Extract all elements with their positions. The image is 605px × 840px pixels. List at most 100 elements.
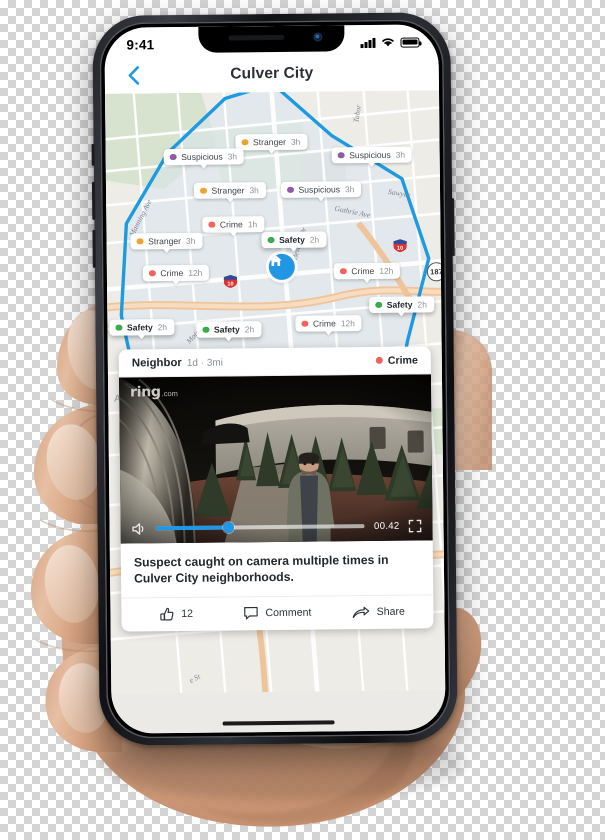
- ring-wordmark: ring: [130, 384, 161, 401]
- map-pin-label: Suspicious: [349, 149, 391, 161]
- feed-card[interactable]: Neighbor 1d · 3mi Crime ring .com 00.42 …: [118, 346, 434, 632]
- map-pin-label: Safety: [386, 299, 413, 310]
- map-pin-label: Safety: [213, 324, 240, 335]
- share-icon: [352, 606, 370, 619]
- category-dot-icon: [169, 153, 177, 161]
- status-badge: Crime: [375, 354, 418, 367]
- map-pin-crime[interactable]: Crime 12h: [295, 315, 362, 332]
- map-pin-suspicious[interactable]: Suspicious 3h: [280, 181, 362, 198]
- map-pin-time: 2h: [157, 322, 168, 333]
- comment-label: Comment: [265, 607, 312, 620]
- map-pin-label: Safety: [278, 234, 305, 245]
- category-dot-icon: [208, 221, 215, 228]
- battery-icon: [400, 36, 420, 48]
- map-pin-label: Suspicious: [181, 151, 223, 162]
- video-progress-knob[interactable]: [223, 521, 235, 534]
- feed-card-actions: 12 Comment Share: [121, 594, 434, 632]
- map-pin-label: Crime: [219, 219, 243, 230]
- volume-up-button[interactable]: [91, 181, 96, 220]
- map-pin-stranger[interactable]: Stranger 3h: [130, 232, 203, 250]
- fullscreen-icon[interactable]: [408, 519, 422, 532]
- map-pin-suspicious[interactable]: Suspicious 3h: [163, 148, 245, 166]
- category-dot-icon: [136, 238, 144, 245]
- map-pin-time: 3h: [185, 235, 196, 246]
- like-count: 12: [181, 608, 194, 621]
- map-pin-label: Stranger: [147, 235, 182, 247]
- map-pin-time: 2h: [244, 324, 255, 335]
- map-pin-time: 2h: [309, 234, 320, 245]
- screenshot-stage: 9:41 Culver City Manning Ave Motor Guthr…: [0, 0, 605, 840]
- map-pin-stranger[interactable]: Stranger 3h: [193, 182, 266, 199]
- silent-switch[interactable]: [91, 143, 95, 166]
- video-player[interactable]: ring .com 00.42: [118, 374, 433, 544]
- map-pin-time: 12h: [340, 318, 355, 329]
- map-pin-time: 3h: [290, 136, 301, 147]
- map-pin-label: Crime: [160, 267, 184, 279]
- map-pin-safety[interactable]: Safety 2h: [261, 231, 327, 249]
- phone-screen: 9:41 Culver City Manning Ave Motor Guthr…: [104, 24, 446, 734]
- earpiece-speaker: [228, 34, 285, 41]
- phone-device: 9:41 Culver City Manning Ave Motor Guthr…: [91, 12, 458, 746]
- map-pin-crime[interactable]: Crime 12h: [333, 262, 401, 280]
- map-pin-time: 3h: [227, 151, 238, 162]
- category-dot-icon: [267, 236, 275, 244]
- route-marker: 187: [426, 262, 446, 282]
- category-dot-icon: [148, 269, 156, 277]
- svg-text:10: 10: [397, 246, 403, 252]
- home-pin-icon[interactable]: [268, 253, 295, 281]
- map-pin-time: 3h: [395, 149, 406, 160]
- video-progress-slider[interactable]: [155, 521, 366, 534]
- feed-card-category: Crime: [387, 354, 418, 367]
- map-pin-stranger[interactable]: Stranger 3h: [235, 133, 308, 151]
- map-pin-safety[interactable]: Safety 2h: [369, 296, 434, 314]
- map-pin-time: 2h: [417, 299, 427, 310]
- map-pin-label: Safety: [126, 322, 153, 333]
- volume-down-button[interactable]: [92, 229, 96, 268]
- like-button[interactable]: 12: [125, 606, 226, 622]
- nav-bar: Culver City: [104, 54, 439, 94]
- feed-card-author-group: Neighbor 1d · 3mi: [132, 356, 223, 369]
- ring-watermark: ring .com: [130, 384, 178, 400]
- share-label: Share: [376, 606, 405, 619]
- map-pin-time: 12h: [188, 267, 203, 278]
- highway-shield-icon: 10: [393, 239, 407, 253]
- category-dot-icon: [115, 324, 122, 331]
- share-button[interactable]: Share: [328, 605, 429, 619]
- feed-card-caption: Suspect caught on camera multiple times …: [133, 552, 389, 586]
- feed-card-author: Neighbor: [131, 356, 182, 369]
- comment-icon: [244, 607, 258, 620]
- map-pin-suspicious[interactable]: Suspicious 3h: [331, 146, 413, 164]
- thumbs-up-icon: [160, 607, 174, 621]
- map-pin-label: Suspicious: [298, 184, 341, 195]
- signal-bars-icon: [360, 37, 376, 48]
- map-pin-crime[interactable]: Crime 12h: [142, 264, 210, 282]
- notch: [198, 25, 345, 53]
- video-controls[interactable]: 00.42: [120, 510, 432, 543]
- ring-domain-suffix: .com: [161, 389, 178, 399]
- power-button[interactable]: [451, 198, 455, 257]
- feed-card-meta: 1d · 3mi: [186, 357, 224, 369]
- map-pin-safety[interactable]: Safety 2h: [109, 319, 175, 336]
- map-pin-time: 3h: [249, 185, 259, 196]
- video-progress-fill: [155, 525, 229, 530]
- map-pin-label: Stranger: [252, 136, 287, 148]
- phone-bezel: 9:41 Culver City Manning Ave Motor Guthr…: [99, 19, 451, 739]
- speaker-icon[interactable]: [131, 522, 146, 535]
- wifi-icon: [382, 37, 394, 46]
- category-dot-icon: [199, 187, 207, 195]
- front-camera-icon: [313, 32, 323, 42]
- status-indicators: [360, 36, 420, 48]
- status-clock: 9:41: [126, 36, 155, 53]
- category-dot-icon: [202, 326, 210, 334]
- comment-button[interactable]: Comment: [227, 606, 328, 621]
- map-pin-time: 1h: [247, 219, 258, 230]
- feed-card-header: Neighbor 1d · 3mi Crime: [118, 346, 431, 378]
- chevron-left-icon[interactable]: [122, 64, 144, 86]
- category-dot-icon: [337, 152, 345, 159]
- category-dot-icon: [375, 356, 383, 364]
- svg-text:10: 10: [227, 281, 233, 287]
- map-pin-crime[interactable]: Crime 1h: [202, 216, 265, 233]
- map-pin-time: 12h: [379, 265, 394, 276]
- video-time: 00.42: [373, 520, 400, 532]
- map-pin-safety[interactable]: Safety 2h: [196, 321, 262, 338]
